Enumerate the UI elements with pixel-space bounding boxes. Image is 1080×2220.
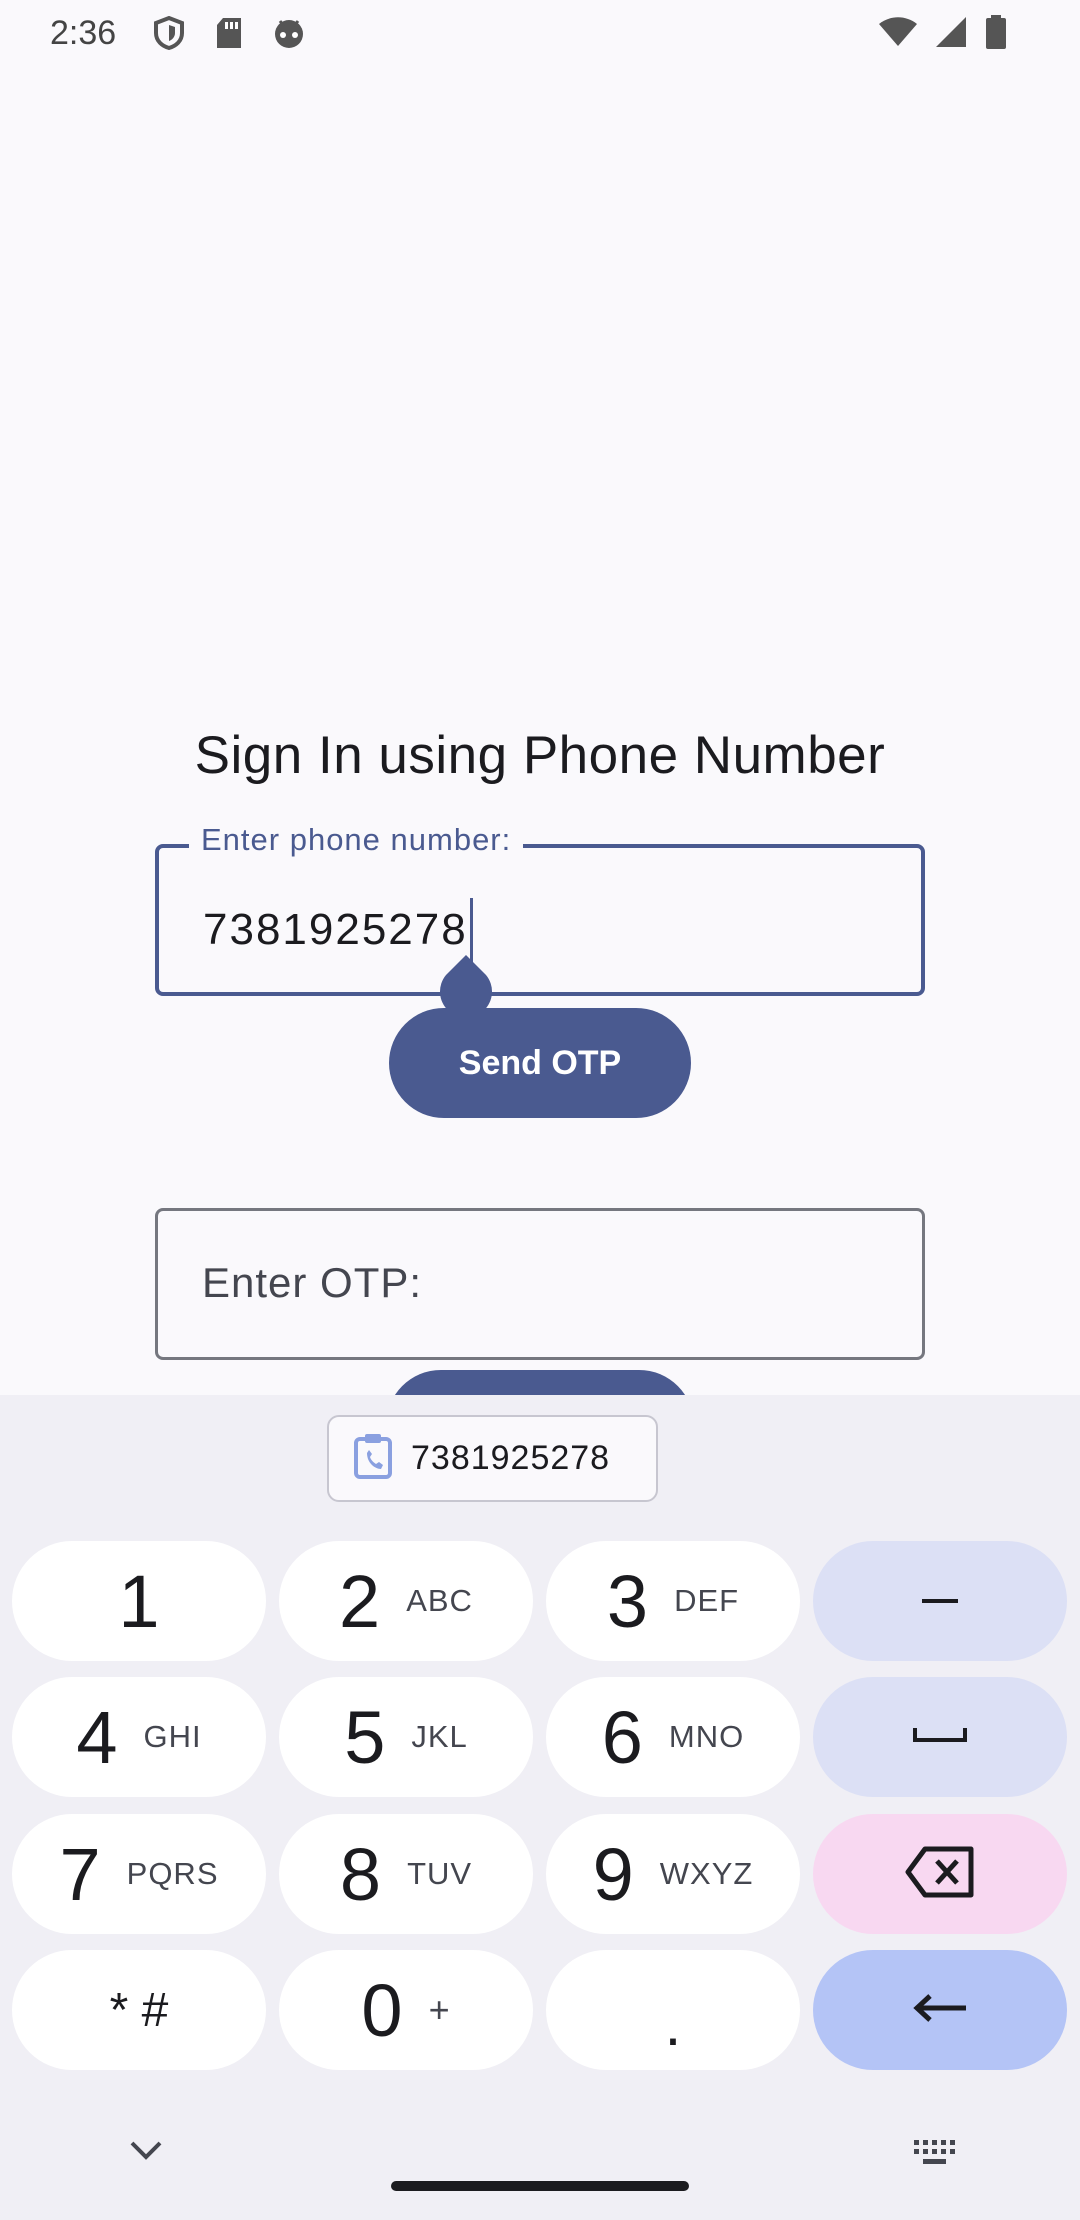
key-7[interactable]: 7 PQRS bbox=[12, 1814, 266, 1934]
status-bar: 2:36 bbox=[0, 0, 1080, 66]
key-6[interactable]: 6 MNO bbox=[546, 1677, 800, 1797]
otp-field[interactable]: Enter OTP: bbox=[155, 1208, 925, 1360]
wifi-icon bbox=[878, 16, 918, 57]
key-letters: ABC bbox=[406, 1583, 473, 1618]
send-otp-button[interactable]: Send OTP bbox=[389, 1008, 691, 1118]
text-cursor bbox=[469, 898, 473, 962]
key-symbol: . bbox=[664, 1990, 682, 2058]
key-space[interactable] bbox=[813, 1677, 1067, 1797]
key-symbols: * # bbox=[109, 1983, 169, 2037]
space-icon bbox=[912, 1725, 968, 1750]
keyboard-switch-icon[interactable] bbox=[912, 2138, 958, 2168]
key-digit: 3 bbox=[606, 1559, 649, 1643]
key-letters: PQRS bbox=[126, 1856, 219, 1891]
key-digit: 9 bbox=[592, 1832, 634, 1916]
numeric-keyboard: 7381925278 1 2 ABC 3 DEF 4 GHI 5 JKL 6 M… bbox=[0, 1395, 1080, 2220]
key-plus: + bbox=[428, 1989, 451, 2030]
key-8[interactable]: 8 TUV bbox=[279, 1814, 533, 1934]
shield-icon bbox=[152, 16, 186, 50]
key-digit: 2 bbox=[339, 1559, 381, 1643]
key-5[interactable]: 5 JKL bbox=[279, 1677, 533, 1797]
home-indicator[interactable] bbox=[391, 2181, 689, 2191]
key-letters: TUV bbox=[407, 1856, 473, 1891]
signal-icon bbox=[934, 15, 968, 58]
battery-icon bbox=[984, 14, 1008, 59]
clipboard-phone-icon bbox=[353, 1433, 393, 1484]
key-0[interactable]: 0 + bbox=[279, 1950, 533, 2070]
key-enter[interactable] bbox=[813, 1950, 1067, 2070]
enter-icon bbox=[912, 1992, 968, 2029]
backspace-icon bbox=[905, 1846, 975, 1903]
key-letters: MNO bbox=[668, 1719, 745, 1754]
status-time: 2:36 bbox=[50, 13, 117, 52]
key-minus[interactable] bbox=[813, 1541, 1067, 1661]
key-letters: DEF bbox=[674, 1583, 740, 1618]
key-2[interactable]: 2 ABC bbox=[279, 1541, 533, 1661]
phone-number-label: Enter phone number: bbox=[189, 822, 524, 858]
key-digit: 0 bbox=[361, 1968, 403, 2052]
key-star-hash[interactable]: * # bbox=[12, 1950, 266, 2070]
key-digit: 1 bbox=[118, 1559, 160, 1643]
minus-icon bbox=[920, 1592, 960, 1610]
key-letters: GHI bbox=[143, 1719, 202, 1754]
android-icon bbox=[272, 16, 306, 50]
key-digit: 5 bbox=[344, 1695, 386, 1779]
clipboard-suggestion-chip[interactable]: 7381925278 bbox=[327, 1415, 658, 1502]
key-9[interactable]: 9 WXYZ bbox=[546, 1814, 800, 1934]
key-3[interactable]: 3 DEF bbox=[546, 1541, 800, 1661]
key-period[interactable]: . bbox=[546, 1950, 800, 2070]
key-digit: 7 bbox=[59, 1832, 101, 1916]
phone-number-input[interactable]: 7381925278 bbox=[203, 898, 473, 962]
hide-keyboard-icon[interactable] bbox=[128, 2138, 164, 2162]
key-digit: 8 bbox=[339, 1832, 382, 1916]
phone-number-value: 7381925278 bbox=[203, 905, 468, 954]
phone-number-field[interactable]: Enter phone number: 7381925278 bbox=[155, 822, 925, 996]
page-title: Sign In using Phone Number bbox=[194, 726, 886, 785]
clipboard-suggestion-text: 7381925278 bbox=[411, 1439, 611, 1477]
key-1[interactable]: 1 bbox=[12, 1541, 266, 1661]
otp-placeholder: Enter OTP: bbox=[202, 1259, 423, 1306]
key-letters: WXYZ bbox=[659, 1856, 754, 1891]
key-digit: 4 bbox=[76, 1695, 118, 1779]
key-letters: JKL bbox=[411, 1719, 468, 1754]
key-4[interactable]: 4 GHI bbox=[12, 1677, 266, 1797]
sd-card-icon bbox=[212, 16, 246, 50]
key-digit: 6 bbox=[601, 1695, 643, 1779]
key-backspace[interactable] bbox=[813, 1814, 1067, 1934]
